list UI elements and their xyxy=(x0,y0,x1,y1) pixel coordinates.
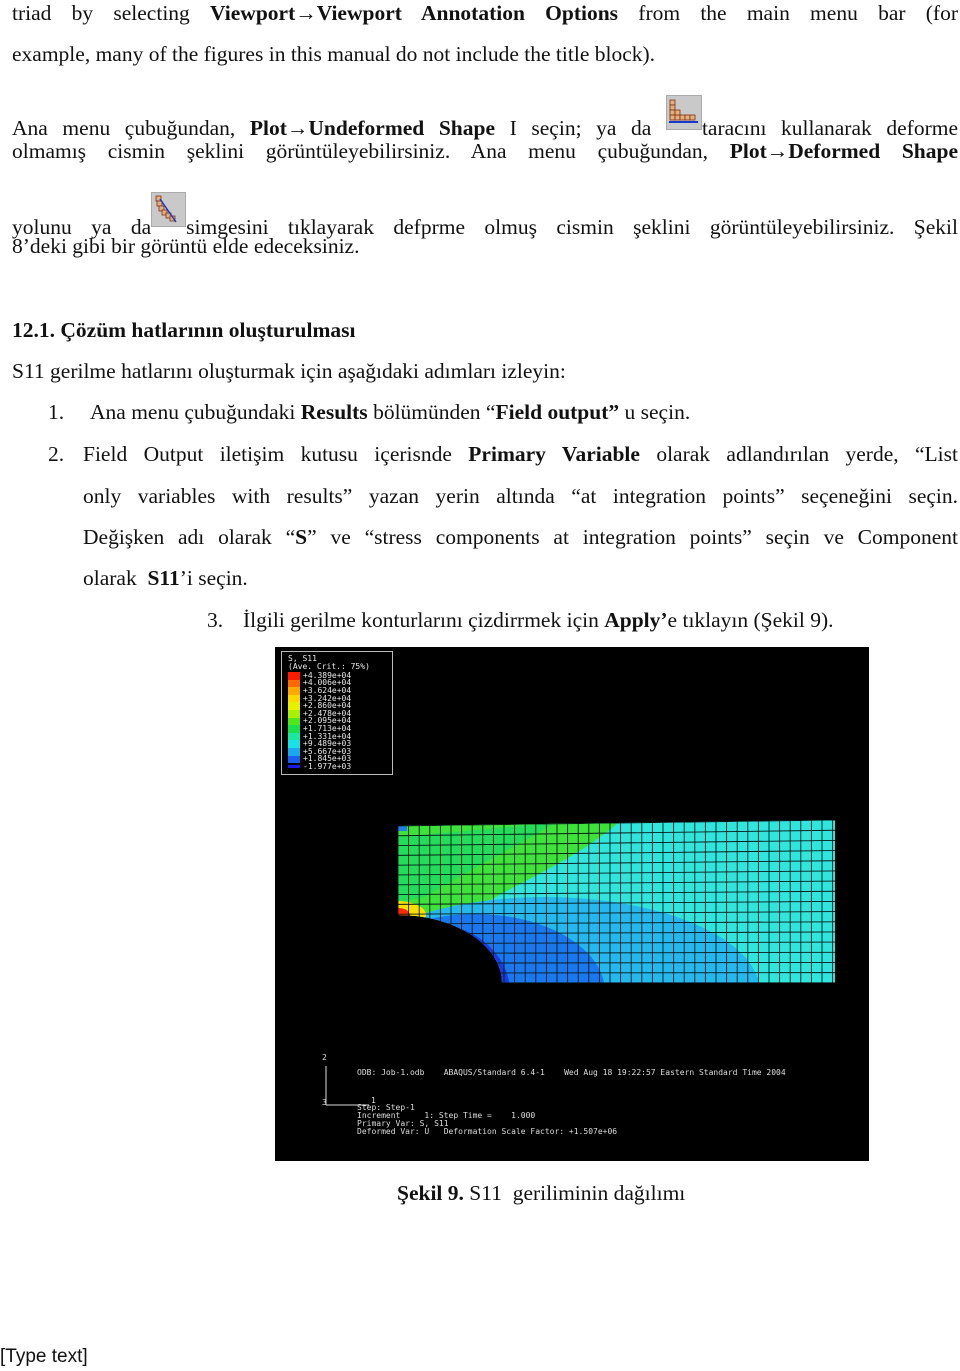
figure-caption: Şekil 9. S11 geriliminin dağılımı xyxy=(397,1181,685,1206)
bold-text: S11 xyxy=(147,566,180,590)
page-footer: [Type text] xyxy=(0,1346,88,1367)
text: bölümünden “ xyxy=(367,400,496,424)
step-text: Field Output iletişim kutusu içerisnde P… xyxy=(83,441,958,467)
text: Ana menu çubuğundaki xyxy=(90,400,301,424)
step-text: İlgili gerilme konturlarını çizdirrmek i… xyxy=(243,607,834,633)
caption-label: Şekil 9. xyxy=(397,1181,464,1205)
odb-info: ODB: Job-1.odb ABAQUS/Standard 6.4-1 Wed… xyxy=(357,1068,786,1077)
caption-text: S11 geriliminin dağılımı xyxy=(463,1181,686,1205)
paragraph-line: example, many of the figures in this man… xyxy=(12,42,656,66)
contour-plot xyxy=(325,820,835,1106)
bold-text: Results xyxy=(300,400,368,424)
paragraph-line: 8’deki gibi bir görüntü elde edeceksiniz… xyxy=(12,234,360,258)
text: olmamış cismin şeklini görüntüleyebilirs… xyxy=(12,139,730,163)
section-intro: S11 gerilme hatlarını oluşturmak için aş… xyxy=(12,359,566,383)
paragraph-line: Ana menu çubuğundan, Plot→Undeformed Sha… xyxy=(12,95,958,141)
paragraph-line: triad by selecting Viewport→Viewport Ann… xyxy=(12,0,958,26)
text: Field Output iletişim kutusu içerisnde xyxy=(83,442,469,466)
bold-text: Field output” xyxy=(495,400,620,424)
bold-text: Viewport→Viewport Annotation Options xyxy=(210,1,619,25)
bold-text: Apply’ xyxy=(604,608,668,632)
bold-text: S xyxy=(295,525,308,549)
text: from the main menu bar (for xyxy=(618,1,958,25)
text: Ana menu çubuğundan, xyxy=(12,116,250,140)
text: ’i seçin. xyxy=(179,566,248,590)
undeformed-shape-tool-icon xyxy=(665,95,702,130)
deformed-var-info: Deformed Var: U Deformation Scale Factor… xyxy=(357,1127,618,1136)
text: Değişken adı olarak “ xyxy=(83,525,296,549)
step-text: olarak S11’i seçin. xyxy=(83,565,248,591)
figure-s11-contour: S, S11 (Ave. Crit.: 75%) +4.389e+04 +4.00… xyxy=(275,647,869,1161)
text: İlgili gerilme konturlarını çizdirrmek i… xyxy=(243,608,605,632)
paragraph-line: olmamış cismin şeklini görüntüleyebilirs… xyxy=(12,138,958,164)
text: I seçin; ya da xyxy=(495,116,666,140)
text: olarak adlandırılan yerde, “List xyxy=(639,442,958,466)
bold-text: Primary Variable xyxy=(468,442,640,466)
bold-text: Plot→Deformed Shape xyxy=(729,139,958,163)
bold-text: Plot→Undeformed Shape xyxy=(249,116,496,140)
triad-label-2: 2 xyxy=(322,1053,327,1062)
mesh-body xyxy=(398,820,835,983)
section-heading: 12.1. Çözüm hatlarının oluşturulması xyxy=(12,318,356,342)
step-number: 3. xyxy=(207,608,224,632)
step-text: Değişken adı olarak “S” ve “stress compo… xyxy=(83,524,958,550)
text: u seçin. xyxy=(619,400,691,424)
text: taracını kullanarak deforme xyxy=(701,116,958,140)
text: e tıklayın (Şekil 9). xyxy=(667,608,834,632)
text: olarak xyxy=(83,566,148,590)
deformed-shape-tool-icon xyxy=(151,192,187,227)
text: ” ve “stress components at integration p… xyxy=(307,525,958,549)
step-number: 1. xyxy=(48,400,65,424)
triad-label-3: 3 xyxy=(322,1098,327,1107)
text: triad by selecting xyxy=(12,1,211,25)
step-number: 2. xyxy=(48,442,65,466)
step-text: only variables with results” yazan yerin… xyxy=(83,484,958,508)
step-text: Ana menu çubuğundaki Results bölümünden … xyxy=(90,399,690,425)
